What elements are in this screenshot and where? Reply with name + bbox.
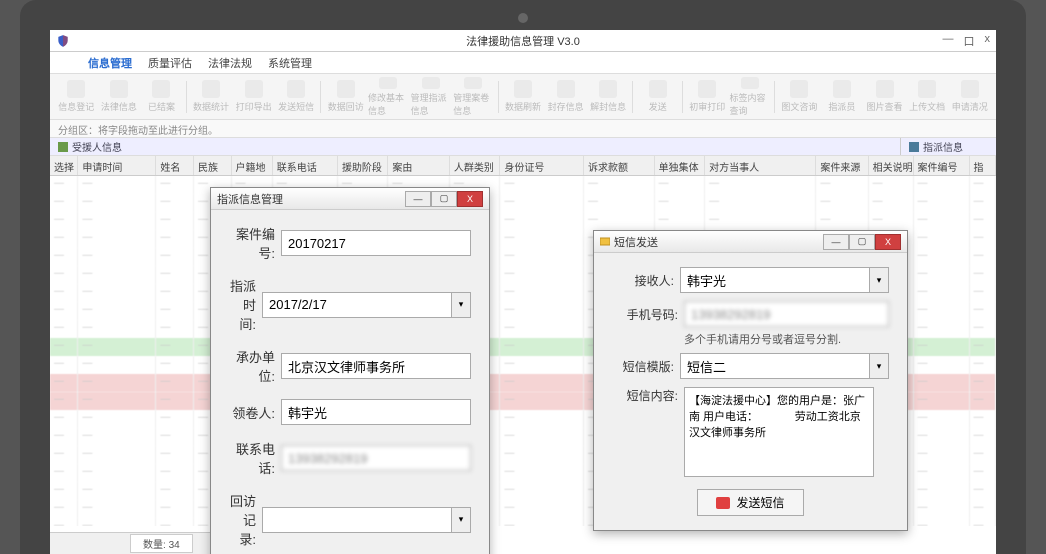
grid-header: 选择申请时间姓名民族户籍地联系电话援助阶段案由人群类别身份证号诉求款额单独集体对… bbox=[50, 156, 996, 176]
table-row[interactable]: ————————————————— bbox=[50, 176, 996, 194]
toolbar-btn-13[interactable]: 发送 bbox=[637, 77, 678, 117]
app-shield-icon bbox=[56, 34, 70, 48]
toolbar-btn-14[interactable]: 初审打印 bbox=[687, 77, 728, 117]
recipient-dropdown[interactable]: ▾ bbox=[869, 267, 889, 293]
col-header[interactable]: 案由 bbox=[388, 156, 450, 175]
col-header[interactable]: 户籍地 bbox=[232, 156, 273, 175]
toolbar-btn-4[interactable]: 打印导出 bbox=[233, 77, 274, 117]
col-header[interactable]: 相关说明 bbox=[869, 156, 914, 175]
col-header[interactable]: 姓名 bbox=[156, 156, 194, 175]
toolbar-btn-15[interactable]: 标签内容查询 bbox=[730, 77, 771, 117]
cube-icon bbox=[58, 142, 68, 152]
dialog1-maximize[interactable]: ▢ bbox=[431, 191, 457, 207]
toolbar-btn-16[interactable]: 图文咨询 bbox=[779, 77, 820, 117]
col-header[interactable]: 单独集体 bbox=[655, 156, 705, 175]
table-row[interactable]: ————————————————— bbox=[50, 212, 996, 230]
window-close[interactable]: x bbox=[985, 33, 991, 49]
menubar: 信息管理 质量评估 法律法规 系统管理 bbox=[50, 52, 996, 74]
template-dropdown[interactable]: ▾ bbox=[869, 353, 889, 379]
section-assign-info: 指派信息 bbox=[900, 138, 996, 155]
toolbar-btn-12[interactable]: 解封信息 bbox=[588, 77, 629, 117]
col-header[interactable]: 申请时间 bbox=[78, 156, 156, 175]
toolbar-btn-20[interactable]: 申请清况 bbox=[949, 77, 990, 117]
assign-time-dropdown[interactable]: ▾ bbox=[451, 292, 471, 318]
toolbar-btn-10[interactable]: 数据刷新 bbox=[503, 77, 544, 117]
assign-time-input[interactable] bbox=[262, 292, 451, 318]
toolbar-btn-6[interactable]: 数据回访 bbox=[325, 77, 366, 117]
toolbar-btn-7[interactable]: 修改基本信息 bbox=[368, 77, 409, 117]
col-header[interactable]: 民族 bbox=[194, 156, 232, 175]
menu-law[interactable]: 法律法规 bbox=[208, 55, 252, 71]
col-header[interactable]: 选择 bbox=[50, 156, 78, 175]
toolbar-btn-18[interactable]: 图片查看 bbox=[864, 77, 905, 117]
window-title: 法律援助信息管理 V3.0 bbox=[466, 33, 580, 49]
dialog1-close[interactable]: X bbox=[457, 191, 483, 207]
toolbar-btn-2[interactable]: 已结案 bbox=[141, 77, 182, 117]
menu-info[interactable]: 信息管理 bbox=[88, 55, 132, 71]
toolbar: 信息登记法律信息已结案数据统计打印导出发送短信数据回访修改基本信息管理指派信息管… bbox=[50, 74, 996, 120]
toolbar-btn-9[interactable]: 管理案卷信息 bbox=[453, 77, 494, 117]
revisit-input[interactable] bbox=[262, 507, 451, 533]
col-header[interactable]: 诉求款额 bbox=[584, 156, 655, 175]
col-header[interactable]: 案件编号 bbox=[914, 156, 970, 175]
tel-input[interactable] bbox=[281, 445, 471, 471]
col-header[interactable]: 指 bbox=[970, 156, 996, 175]
phone-input[interactable] bbox=[684, 301, 889, 327]
phone-hint: 多个手机请用分号或者逗号分割. bbox=[684, 331, 889, 347]
toolbar-btn-1[interactable]: 法律信息 bbox=[99, 77, 140, 117]
sms-icon bbox=[600, 237, 610, 247]
window-titlebar: 法律援助信息管理 V3.0 — 口 x bbox=[50, 30, 996, 52]
unit-input[interactable] bbox=[281, 353, 471, 379]
device-camera bbox=[518, 13, 528, 23]
dialog2-title: 短信发送 bbox=[614, 234, 658, 250]
col-header[interactable]: 案件来源 bbox=[816, 156, 868, 175]
dialog1-minimize[interactable]: — bbox=[405, 191, 431, 207]
revisit-dropdown[interactable]: ▾ bbox=[451, 507, 471, 533]
col-header[interactable]: 联系电话 bbox=[273, 156, 338, 175]
template-input[interactable] bbox=[680, 353, 869, 379]
dialog-sms-send: 短信发送 — ▢ X 接收人:▾ 手机号码: 多个手机请用分号或者逗号分割. 短… bbox=[593, 230, 908, 531]
dialog2-maximize[interactable]: ▢ bbox=[849, 234, 875, 250]
col-header[interactable]: 人群类别 bbox=[450, 156, 500, 175]
cube-icon bbox=[909, 142, 919, 152]
col-header[interactable]: 身份证号 bbox=[500, 156, 584, 175]
toolbar-btn-3[interactable]: 数据统计 bbox=[191, 77, 232, 117]
toolbar-btn-11[interactable]: 封存信息 bbox=[545, 77, 586, 117]
col-header[interactable]: 援助阶段 bbox=[338, 156, 388, 175]
dialog-assign-info: 指派信息管理 — ▢ X 案件编号: 指派时间:▾ 承办单位: 领卷人: 联系电… bbox=[210, 187, 490, 554]
recipient-input[interactable] bbox=[680, 267, 869, 293]
send-sms-button[interactable]: 发送短信 bbox=[697, 489, 803, 516]
toolbar-btn-8[interactable]: 管理指派信息 bbox=[411, 77, 452, 117]
toolbar-btn-5[interactable]: 发送短信 bbox=[276, 77, 317, 117]
group-by-bar[interactable]: 分组区：将字段拖动至此进行分组。 bbox=[50, 120, 996, 138]
dialog1-title: 指派信息管理 bbox=[217, 191, 283, 207]
window-maximize[interactable]: 口 bbox=[964, 33, 975, 49]
window-minimize[interactable]: — bbox=[943, 33, 954, 49]
col-header[interactable]: 对方当事人 bbox=[705, 156, 816, 175]
holder-input[interactable] bbox=[281, 399, 471, 425]
mail-icon bbox=[716, 497, 730, 509]
toolbar-btn-17[interactable]: 指派员 bbox=[822, 77, 863, 117]
sms-content[interactable] bbox=[684, 387, 874, 477]
toolbar-btn-19[interactable]: 上传文档 bbox=[907, 77, 948, 117]
section-recipient-info: 受援人信息 bbox=[50, 138, 900, 155]
table-row[interactable]: ————————————————— bbox=[50, 194, 996, 212]
dialog2-minimize[interactable]: — bbox=[823, 234, 849, 250]
dialog2-close[interactable]: X bbox=[875, 234, 901, 250]
menu-system[interactable]: 系统管理 bbox=[268, 55, 312, 71]
case-no-input[interactable] bbox=[281, 230, 471, 256]
menu-quality[interactable]: 质量评估 bbox=[148, 55, 192, 71]
toolbar-btn-0[interactable]: 信息登记 bbox=[56, 77, 97, 117]
